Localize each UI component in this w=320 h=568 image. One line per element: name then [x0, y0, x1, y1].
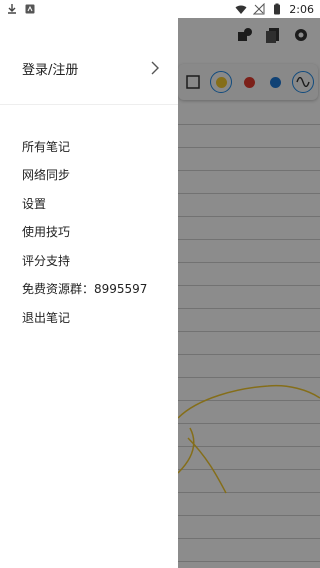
divider: [0, 104, 178, 105]
status-bar-right: 2:06: [235, 3, 320, 16]
navigation-drawer: 登录/注册 所有笔记 网络同步 设置 使用技巧 评分支持 免费资源群：89955…: [0, 18, 178, 568]
menu-item-exit[interactable]: 退出笔记: [22, 303, 172, 332]
status-bar: 2:06: [0, 0, 320, 18]
menu-item-label: 网络同步: [22, 168, 71, 183]
menu-item-label: 评分支持: [22, 253, 71, 268]
menu-item-rate[interactable]: 评分支持: [22, 246, 172, 275]
menu-item-free-resource-group[interactable]: 免费资源群：8995597: [22, 275, 172, 304]
menu-item-settings[interactable]: 设置: [22, 189, 172, 218]
menu-item-label: 退出笔记: [22, 310, 71, 325]
chevron-right-icon: [151, 61, 159, 75]
menu-item-label: 使用技巧: [22, 225, 71, 240]
battery-icon: [274, 3, 281, 15]
menu-item-label: 免费资源群：8995597: [22, 282, 148, 297]
wifi-icon: [235, 5, 247, 14]
download-icon: [8, 4, 16, 14]
login-register-row[interactable]: 登录/注册: [0, 48, 178, 88]
no-signal-icon: [253, 3, 265, 15]
menu-item-label: 设置: [22, 196, 47, 211]
status-time: 2:06: [289, 2, 314, 16]
status-bar-left: [0, 3, 36, 15]
menu-item-label: 所有笔记: [22, 139, 71, 154]
app-notification-icon: [25, 4, 35, 14]
menu-item-tips[interactable]: 使用技巧: [22, 218, 172, 247]
menu-item-all-notes[interactable]: 所有笔记: [22, 132, 172, 161]
login-register-label: 登录/注册: [22, 62, 79, 78]
drawer-menu: 所有笔记 网络同步 设置 使用技巧 评分支持 免费资源群：8995597 退出笔…: [22, 132, 172, 332]
menu-item-network-sync[interactable]: 网络同步: [22, 161, 172, 190]
